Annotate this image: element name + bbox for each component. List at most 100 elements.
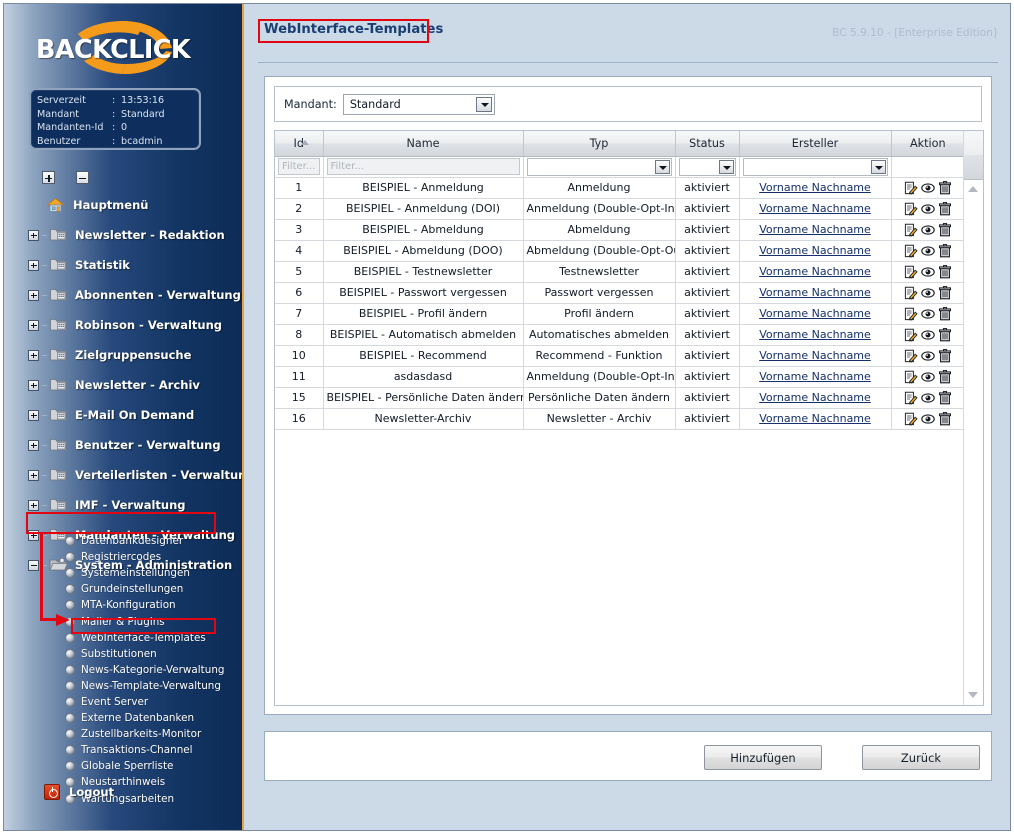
expand-node-icon[interactable] <box>28 229 39 241</box>
creator-link[interactable]: Vorname Nachname <box>759 328 871 341</box>
creator-link[interactable]: Vorname Nachname <box>759 349 871 362</box>
preview-eye-icon[interactable] <box>921 202 935 216</box>
expand-node-icon[interactable] <box>28 469 39 481</box>
delete-trash-icon[interactable] <box>938 348 952 363</box>
filter-select-typ[interactable] <box>526 157 672 176</box>
expand-node-icon[interactable] <box>28 319 39 331</box>
creator-link[interactable]: Vorname Nachname <box>759 202 871 215</box>
edit-icon[interactable] <box>904 286 918 300</box>
sidebar-item-newsletter-archiv[interactable]: Newsletter - Archiv <box>4 370 242 400</box>
backclick-logo[interactable]: BACKCLICK <box>26 18 226 80</box>
sidebar-subitem-substitutionen[interactable]: Substitutionen <box>4 646 242 662</box>
table-row[interactable]: 11 asdasdasd Anmeldung (Double-Opt-In) akti… <box>275 366 964 388</box>
grid-vertical-scrollbar[interactable] <box>963 131 983 705</box>
preview-eye-icon[interactable] <box>921 244 935 258</box>
creator-link[interactable]: Vorname Nachname <box>759 181 871 194</box>
chevron-down-icon[interactable] <box>718 159 734 174</box>
creator-link[interactable]: Vorname Nachname <box>759 223 871 236</box>
delete-trash-icon[interactable] <box>938 243 952 258</box>
sidebar-subitem-grundeinstellungen[interactable]: Grundeinstellungen <box>4 581 242 597</box>
chevron-down-icon[interactable] <box>475 96 492 112</box>
table-row[interactable]: 8 BEISPIEL - Automatisch abmelden Automati… <box>275 324 964 346</box>
creator-link[interactable]: Vorname Nachname <box>759 244 871 257</box>
chevron-down-icon[interactable] <box>654 159 670 174</box>
delete-trash-icon[interactable] <box>938 264 952 279</box>
sidebar-item-imf-verwaltung[interactable]: IMF - Verwaltung <box>4 490 242 520</box>
preview-eye-icon[interactable] <box>921 286 935 300</box>
sidebar-item-newsletter-redaktion[interactable]: Newsletter - Redaktion <box>4 220 242 250</box>
delete-trash-icon[interactable] <box>938 327 952 342</box>
sidebar-item-hauptmen[interactable]: Hauptmenü <box>4 190 242 220</box>
filter-select-status[interactable] <box>678 157 736 176</box>
sidebar-subitem-registriercodes[interactable]: Registriercodes <box>4 549 242 565</box>
preview-eye-icon[interactable] <box>921 370 935 384</box>
preview-eye-icon[interactable] <box>921 349 935 363</box>
creator-link[interactable]: Vorname Nachname <box>759 265 871 278</box>
column-header-id[interactable]: Id <box>275 131 324 157</box>
scrollbar-track[interactable] <box>964 180 983 705</box>
expand-node-icon[interactable] <box>28 499 39 511</box>
edit-icon[interactable] <box>904 349 918 363</box>
expand-node-icon[interactable] <box>28 349 39 361</box>
edit-icon[interactable] <box>904 244 918 258</box>
chevron-down-icon[interactable] <box>870 159 886 174</box>
table-row[interactable]: 5 BEISPIEL - Testnewsletter Testnewsletter… <box>275 261 964 283</box>
sidebar-subitem-externe-datenbanken[interactable]: Externe Datenbanken <box>4 710 242 726</box>
edit-icon[interactable] <box>904 265 918 279</box>
filter-input-id[interactable]: Filter... <box>278 158 320 175</box>
preview-eye-icon[interactable] <box>921 265 935 279</box>
filter-input-name[interactable]: Filter... <box>326 158 520 175</box>
sidebar-item-e-mail-on-demand[interactable]: E-Mail On Demand <box>4 400 242 430</box>
expand-all-button[interactable] <box>42 171 55 184</box>
delete-trash-icon[interactable] <box>938 222 952 237</box>
sidebar-subitem-zustellbarkeits-monitor[interactable]: Zustellbarkeits-Monitor <box>4 726 242 742</box>
collapse-all-button[interactable] <box>76 171 90 184</box>
mandant-select[interactable]: Standard <box>342 93 495 115</box>
edit-icon[interactable] <box>904 328 918 342</box>
table-row[interactable]: 16 Newsletter-Archiv Newsletter - Archiv ak… <box>275 408 964 430</box>
edit-icon[interactable] <box>904 307 918 321</box>
edit-icon[interactable] <box>904 391 918 405</box>
preview-eye-icon[interactable] <box>921 391 935 405</box>
table-row[interactable]: 6 BEISPIEL - Passwort vergessen Passwort v… <box>275 282 964 304</box>
preview-eye-icon[interactable] <box>921 328 935 342</box>
delete-trash-icon[interactable] <box>938 201 952 216</box>
sidebar-item-logout[interactable]: Logout <box>4 780 114 804</box>
preview-eye-icon[interactable] <box>921 307 935 321</box>
preview-eye-icon[interactable] <box>921 412 935 426</box>
sidebar-item-statistik[interactable]: Statistik <box>4 250 242 280</box>
expand-node-icon[interactable] <box>28 259 39 271</box>
sidebar-subitem-globale-sperrliste[interactable]: Globale Sperrliste <box>4 758 242 774</box>
delete-trash-icon[interactable] <box>938 285 952 300</box>
sidebar-item-zielgruppensuche[interactable]: Zielgruppensuche <box>4 340 242 370</box>
table-row[interactable]: 7 BEISPIEL - Profil ändern Profil ändern ak… <box>275 303 964 325</box>
column-header-typ[interactable]: Typ <box>523 131 676 157</box>
sidebar-subitem-webinterface-templates[interactable]: WebInterface-Templates <box>4 630 242 646</box>
creator-link[interactable]: Vorname Nachname <box>759 370 871 383</box>
edit-icon[interactable] <box>904 181 918 195</box>
sidebar-subitem-event-server[interactable]: Event Server <box>4 694 242 710</box>
sidebar-item-verteilerlisten-verwaltung[interactable]: Verteilerlisten - Verwaltung <box>4 460 242 490</box>
creator-link[interactable]: Vorname Nachname <box>759 391 871 404</box>
table-row[interactable]: 3 BEISPIEL - Abmeldung Abmeldung aktiviert V… <box>275 219 964 241</box>
sidebar-item-abonnenten-verwaltung[interactable]: Abonnenten - Verwaltung <box>4 280 242 310</box>
sidebar-subitem-datenbankdesigner[interactable]: Datenbankdesigner <box>4 533 242 549</box>
delete-trash-icon[interactable] <box>938 306 952 321</box>
sidebar-item-robinson-verwaltung[interactable]: Robinson - Verwaltung <box>4 310 242 340</box>
expand-node-icon[interactable] <box>28 409 39 421</box>
filter-select-ersteller[interactable] <box>742 157 888 176</box>
creator-link[interactable]: Vorname Nachname <box>759 412 871 425</box>
delete-trash-icon[interactable] <box>938 411 952 426</box>
edit-icon[interactable] <box>904 223 918 237</box>
sidebar-subitem-systemeinstellungen[interactable]: Systemeinstellungen <box>4 565 242 581</box>
edit-icon[interactable] <box>904 412 918 426</box>
scroll-down-icon[interactable] <box>968 692 978 698</box>
creator-link[interactable]: Vorname Nachname <box>759 286 871 299</box>
creator-link[interactable]: Vorname Nachname <box>759 307 871 320</box>
sidebar-subitem-mta-konfiguration[interactable]: MTA-Konfiguration <box>4 597 242 613</box>
preview-eye-icon[interactable] <box>921 181 935 195</box>
expand-node-icon[interactable] <box>28 289 39 301</box>
column-header-aktion[interactable]: Aktion <box>891 131 964 157</box>
delete-trash-icon[interactable] <box>938 180 952 195</box>
sidebar-subitem-news-kategorie-verwaltung[interactable]: News-Kategorie-Verwaltung <box>4 662 242 678</box>
